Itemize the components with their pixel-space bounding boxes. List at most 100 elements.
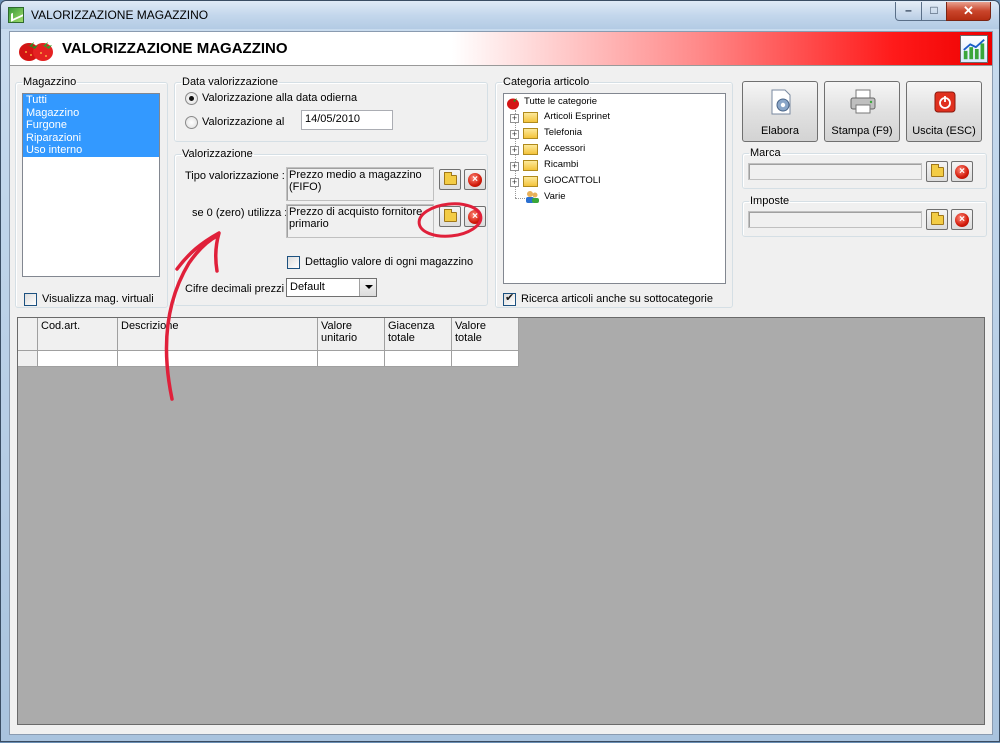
magazzino-group: Magazzino Tutti Magazzino Furgone Ripara… <box>15 76 168 308</box>
expand-icon[interactable]: + <box>510 114 519 123</box>
radio-date-label: Valorizzazione al <box>202 116 285 128</box>
folder-icon <box>523 128 538 139</box>
tipo-clear-button[interactable]: × <box>464 169 486 190</box>
list-item[interactable]: Riparazioni <box>23 131 159 144</box>
grid-cell[interactable] <box>118 351 318 367</box>
close-icon: ✕ <box>963 3 974 18</box>
elabora-label: Elabora <box>761 125 799 137</box>
delete-icon: × <box>955 213 969 227</box>
column-header-descrizione[interactable]: Descrizione <box>118 318 318 351</box>
categoria-group: Categoria articolo Tutte le categorie + … <box>495 76 733 308</box>
categoria-legend: Categoria articolo <box>503 76 590 88</box>
tree-item[interactable]: Accessori <box>544 142 585 156</box>
folder-icon <box>931 212 944 225</box>
cifre-decimali-label: Cifre decimali prezzi : <box>185 283 291 295</box>
close-button[interactable]: ✕ <box>946 2 991 21</box>
delete-icon: × <box>468 210 482 224</box>
row-header-cell[interactable] <box>18 351 38 367</box>
column-header-valore-unitario[interactable]: Valore unitario <box>318 318 385 351</box>
virtual-magazzini-checkbox[interactable] <box>24 293 37 306</box>
radio-today-label: Valorizzazione alla data odierna <box>202 92 358 104</box>
categoria-tree[interactable]: Tutte le categorie + Articoli Esprinet +… <box>503 93 726 284</box>
tree-item[interactable]: Ricambi <box>544 158 578 172</box>
radio-date[interactable] <box>185 116 198 129</box>
expand-icon[interactable]: + <box>510 146 519 155</box>
tree-item[interactable]: GIOCATTOLI <box>544 174 601 188</box>
marca-clear-button[interactable]: × <box>951 161 973 182</box>
folder-icon <box>523 144 538 155</box>
results-grid[interactable]: Cod.art. Descrizione Valore unitario Gia… <box>17 317 985 725</box>
imposte-clear-button[interactable]: × <box>951 209 973 230</box>
tree-item[interactable]: Varie <box>544 190 565 204</box>
grid-row-header <box>18 318 38 351</box>
expand-icon[interactable]: + <box>510 162 519 171</box>
date-input[interactable]: 14/05/2010 <box>301 110 393 130</box>
column-header-valore-totale[interactable]: Valore totale <box>452 318 519 351</box>
marca-field <box>748 163 922 180</box>
ricerca-sottocategorie-label: Ricerca articoli anche su sottocategorie <box>521 293 713 305</box>
data-valorizzazione-legend: Data valorizzazione <box>182 76 278 88</box>
document-gear-icon <box>771 89 791 115</box>
strawberry-icon <box>507 98 519 110</box>
column-header-giacenza-totale[interactable]: Giacenza totale <box>385 318 452 351</box>
strawberry-logo-icon <box>19 42 53 61</box>
list-item[interactable]: Tutti <box>23 94 159 107</box>
printer-icon <box>850 89 876 114</box>
grid-cell[interactable] <box>452 351 519 367</box>
grid-cell[interactable] <box>38 351 118 367</box>
grid-cell[interactable] <box>318 351 385 367</box>
zero-utilizza-label: se 0 (zero) utilizza : <box>192 207 288 219</box>
folder-icon <box>444 172 457 185</box>
list-item[interactable]: Magazzino <box>23 106 159 119</box>
tree-item[interactable]: Articoli Esprinet <box>544 110 610 124</box>
list-item[interactable]: Uso interno <box>23 144 159 157</box>
expand-icon[interactable]: + <box>510 178 519 187</box>
cifre-decimali-select[interactable]: Default <box>286 278 377 297</box>
data-valorizzazione-group: Data valorizzazione Valorizzazione alla … <box>174 76 488 142</box>
tree-root-label[interactable]: Tutte le categorie <box>524 95 597 109</box>
uscita-button[interactable]: Uscita (ESC) <box>906 81 982 142</box>
list-item[interactable]: Furgone <box>23 119 159 132</box>
magazzino-listbox[interactable]: Tutti Magazzino Furgone Riparazioni Uso … <box>22 93 160 277</box>
header-banner: VALORIZZAZIONE MAGAZZINO <box>10 32 992 66</box>
window-title: VALORIZZAZIONE MAGAZZINO <box>31 8 209 22</box>
stampa-button[interactable]: Stampa (F9) <box>824 81 900 142</box>
valorizzazione-legend: Valorizzazione <box>182 148 253 160</box>
folder-icon <box>931 164 944 177</box>
title-bar[interactable]: VALORIZZAZIONE MAGAZZINO – □ ✕ <box>1 1 999 29</box>
zero-browse-button[interactable] <box>439 206 461 227</box>
folder-icon <box>523 160 538 171</box>
chevron-down-icon[interactable] <box>359 279 376 296</box>
minimize-button[interactable]: – <box>895 2 922 21</box>
imposte-legend: Imposte <box>750 195 790 207</box>
expand-icon[interactable]: + <box>510 130 519 139</box>
delete-icon: × <box>468 173 482 187</box>
radio-today[interactable] <box>185 92 198 105</box>
tree-item[interactable]: Telefonia <box>544 126 582 140</box>
magazzino-legend: Magazzino <box>23 76 77 88</box>
zero-utilizza-field: Prezzo di acquisto fornitore primario <box>286 204 434 238</box>
maximize-button[interactable]: □ <box>921 2 947 21</box>
users-icon <box>526 191 539 203</box>
elabora-button[interactable]: Elabora <box>742 81 818 142</box>
imposte-field <box>748 211 922 228</box>
tipo-browse-button[interactable] <box>439 169 461 190</box>
chart-icon <box>960 35 988 63</box>
folder-icon <box>444 209 457 222</box>
ricerca-sottocategorie-checkbox[interactable] <box>503 291 516 306</box>
marca-browse-button[interactable] <box>926 161 948 182</box>
marca-group: Marca × <box>742 147 987 189</box>
zero-clear-button[interactable]: × <box>464 206 486 227</box>
client-area: VALORIZZAZIONE MAGAZZINO Magazzino Tutti… <box>9 31 993 735</box>
folder-icon <box>523 176 538 187</box>
app-chart-icon <box>8 7 24 23</box>
marca-legend: Marca <box>750 147 781 159</box>
grid-cell[interactable] <box>385 351 452 367</box>
column-header-cod-art[interactable]: Cod.art. <box>38 318 118 351</box>
delete-icon: × <box>955 165 969 179</box>
imposte-group: Imposte × <box>742 195 987 237</box>
page-title: VALORIZZAZIONE MAGAZZINO <box>62 40 288 57</box>
dettaglio-checkbox[interactable] <box>287 256 300 269</box>
power-icon <box>934 91 956 113</box>
imposte-browse-button[interactable] <box>926 209 948 230</box>
